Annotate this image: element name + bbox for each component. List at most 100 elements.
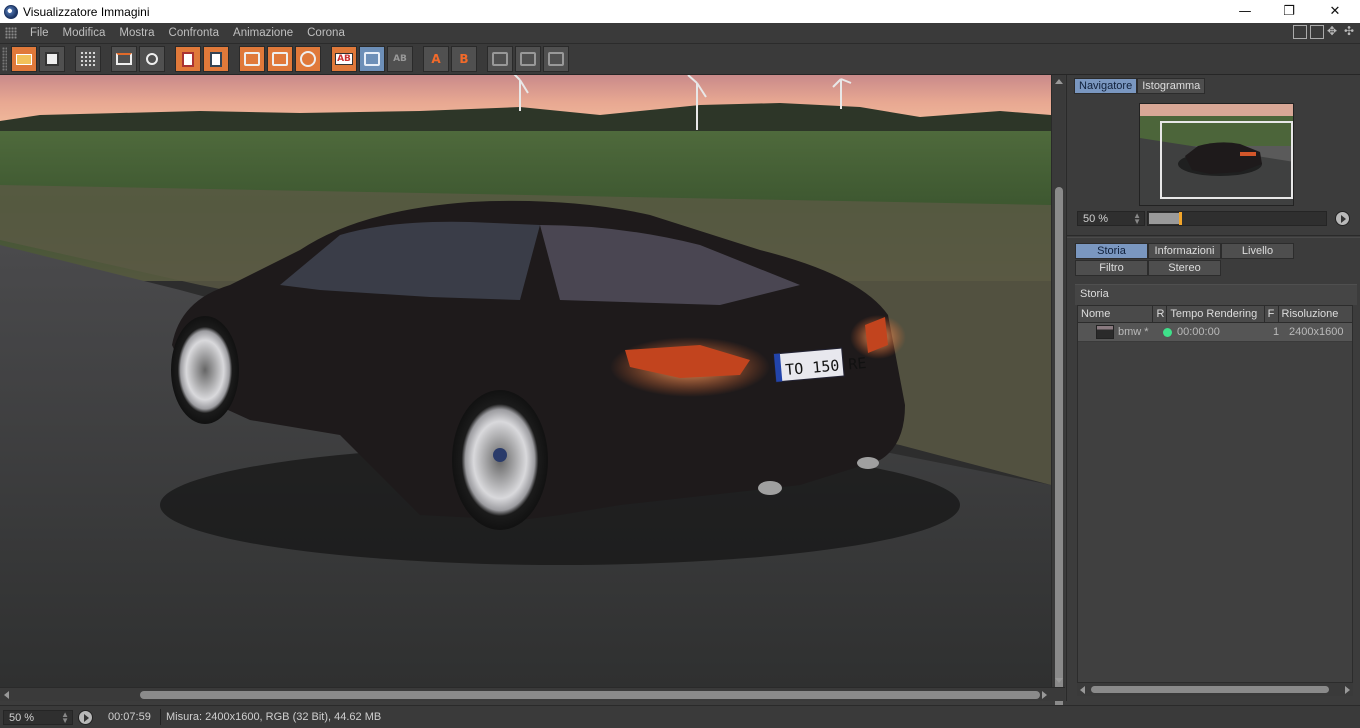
ab-split-button[interactable]	[359, 46, 385, 72]
layer-view-button[interactable]	[487, 46, 513, 72]
stereo-view-button[interactable]	[543, 46, 569, 72]
status-zoom-spinner-icon[interactable]: ▲ ▼	[61, 711, 69, 725]
status-bar: 50 % ▲ ▼ 00:07:59 Misura: 2400x1600, RGB …	[0, 705, 1360, 728]
magnifier-icon	[146, 53, 158, 65]
status-zoom-field[interactable]: 50 % ▲ ▼	[3, 710, 73, 725]
history-scroll-left-icon[interactable]	[1080, 686, 1085, 694]
ab-split-icon	[364, 52, 380, 66]
minimize-button[interactable]: —	[1222, 0, 1268, 23]
channel-view-button[interactable]	[515, 46, 541, 72]
view-split-button[interactable]	[267, 46, 293, 72]
panel-divider[interactable]	[1067, 235, 1360, 238]
render-image: TO 150 RE	[0, 75, 1051, 687]
navigator-zoom-field[interactable]: 50 % ▲ ▼	[1077, 211, 1145, 226]
image-info: Misura: 2400x1600, RGB (32 Bit), 44.62 M…	[166, 711, 382, 723]
view-single-button[interactable]	[239, 46, 265, 72]
layers-icon	[492, 52, 508, 66]
row-resolution: 2400x1600	[1289, 326, 1344, 338]
scroll-down-icon[interactable]	[1055, 678, 1063, 683]
tab-informazioni[interactable]: Informazioni	[1148, 243, 1221, 259]
menu-grip-icon[interactable]	[5, 27, 17, 39]
set-a-button[interactable]: A	[423, 46, 449, 72]
title-bar: Visualizzatore Immagini — ❐ ✕	[0, 0, 1360, 23]
menu-mostra[interactable]: Mostra	[112, 27, 161, 39]
a-label: A	[431, 52, 441, 66]
side-panel: Navigatore Istogramma 50 % ▲ ▼ Storia Inf…	[1066, 75, 1360, 701]
tab-filtro[interactable]: Filtro	[1075, 260, 1148, 276]
scroll-right-icon[interactable]	[1042, 691, 1047, 699]
viewport-vertical-scrollbar[interactable]	[1051, 75, 1065, 715]
open-file-button[interactable]	[11, 46, 37, 72]
grid-button[interactable]	[75, 46, 101, 72]
toolbar-grip-icon[interactable]	[2, 47, 7, 71]
navigator-zoom-slider[interactable]	[1147, 211, 1327, 226]
toolbar: AB AB A B	[0, 44, 1360, 75]
fit-view-button[interactable]	[111, 46, 137, 72]
tab-stereo[interactable]: Stereo	[1148, 260, 1221, 276]
stereo-icon	[548, 52, 564, 66]
menu-modifica[interactable]: Modifica	[56, 27, 113, 39]
view-compare-button[interactable]	[295, 46, 321, 72]
row-frames: 1	[1273, 326, 1280, 338]
close-button[interactable]: ✕	[1312, 0, 1358, 23]
viewport-horizontal-scrollbar[interactable]	[0, 687, 1065, 701]
status-zoom-value: 50 %	[9, 712, 35, 724]
col-nome[interactable]: Nome	[1078, 306, 1154, 322]
vertical-scroll-thumb[interactable]	[1055, 187, 1063, 715]
expand-panel-icon[interactable]: ✣	[1344, 25, 1358, 39]
restore-button[interactable]: ❐	[1266, 0, 1312, 23]
render-thumbnail	[1096, 325, 1114, 339]
ab-label: AB	[335, 53, 353, 65]
move-panel-icon[interactable]: ✥	[1327, 25, 1341, 39]
save-icon	[45, 52, 59, 66]
menu-animazione[interactable]: Animazione	[226, 27, 300, 39]
tab-istogramma[interactable]: Istogramma	[1137, 78, 1206, 94]
exhaust-right	[857, 457, 879, 469]
status-separator	[160, 709, 161, 725]
col-tempo-rendering[interactable]: Tempo Rendering	[1167, 306, 1265, 322]
menu-confronta[interactable]: Confronta	[162, 27, 227, 39]
navigator-play-button[interactable]	[1335, 211, 1350, 226]
history-row-bmw[interactable]: bmw * 00:00:00 1 2400x1600	[1078, 323, 1352, 342]
menu-corona[interactable]: Corona	[300, 27, 352, 39]
horizontal-scroll-thumb[interactable]	[140, 691, 1040, 699]
ab-compare-button[interactable]: AB	[331, 46, 357, 72]
eye-split-icon	[272, 52, 288, 66]
layout-icons: ✥ ✣	[1293, 25, 1358, 39]
zoom-slider-handle[interactable]	[1179, 212, 1182, 225]
tab-storia[interactable]: Storia	[1075, 243, 1148, 259]
history-scroll-thumb[interactable]	[1091, 686, 1329, 693]
copy-button[interactable]	[175, 46, 201, 72]
zoom-user-button[interactable]	[139, 46, 165, 72]
menu-bar: File Modifica Mostra Confronta Animazion…	[0, 23, 1360, 44]
menu-file[interactable]: File	[23, 27, 56, 39]
scroll-left-icon[interactable]	[4, 691, 9, 699]
status-play-button[interactable]	[78, 710, 93, 725]
ab-swap-button[interactable]: AB	[387, 46, 413, 72]
navigator-thumbnail[interactable]	[1139, 103, 1294, 206]
col-r[interactable]: R	[1153, 306, 1168, 322]
window-title: Visualizzatore Immagini	[23, 4, 150, 19]
new-panel-icon[interactable]	[1310, 25, 1324, 39]
col-risoluzione[interactable]: Risoluzione	[1279, 306, 1352, 322]
history-scroll-right-icon[interactable]	[1345, 686, 1350, 694]
tab-livello[interactable]: Livello	[1221, 243, 1294, 259]
render-status-dot	[1163, 328, 1172, 337]
navigator-view-frame[interactable]	[1160, 121, 1293, 199]
copy-icon	[182, 51, 194, 67]
row-time: 00:00:00	[1177, 326, 1220, 338]
wheel-logo	[493, 448, 507, 462]
zoom-spinner-icon[interactable]: ▲ ▼	[1133, 212, 1141, 226]
col-f[interactable]: F	[1265, 306, 1279, 322]
scroll-up-icon[interactable]	[1055, 79, 1063, 84]
paste-button[interactable]	[203, 46, 229, 72]
panel-layout-icon[interactable]	[1293, 25, 1307, 39]
save-button[interactable]	[39, 46, 65, 72]
navigator-tabs: Navigatore Istogramma	[1074, 78, 1206, 94]
row-name: bmw *	[1118, 326, 1149, 338]
history-horizontal-scrollbar[interactable]	[1077, 683, 1353, 696]
image-viewport[interactable]: TO 150 RE	[0, 75, 1051, 687]
set-b-button[interactable]: B	[451, 46, 477, 72]
front-wheel	[171, 316, 239, 424]
tab-navigatore[interactable]: Navigatore	[1074, 78, 1138, 94]
